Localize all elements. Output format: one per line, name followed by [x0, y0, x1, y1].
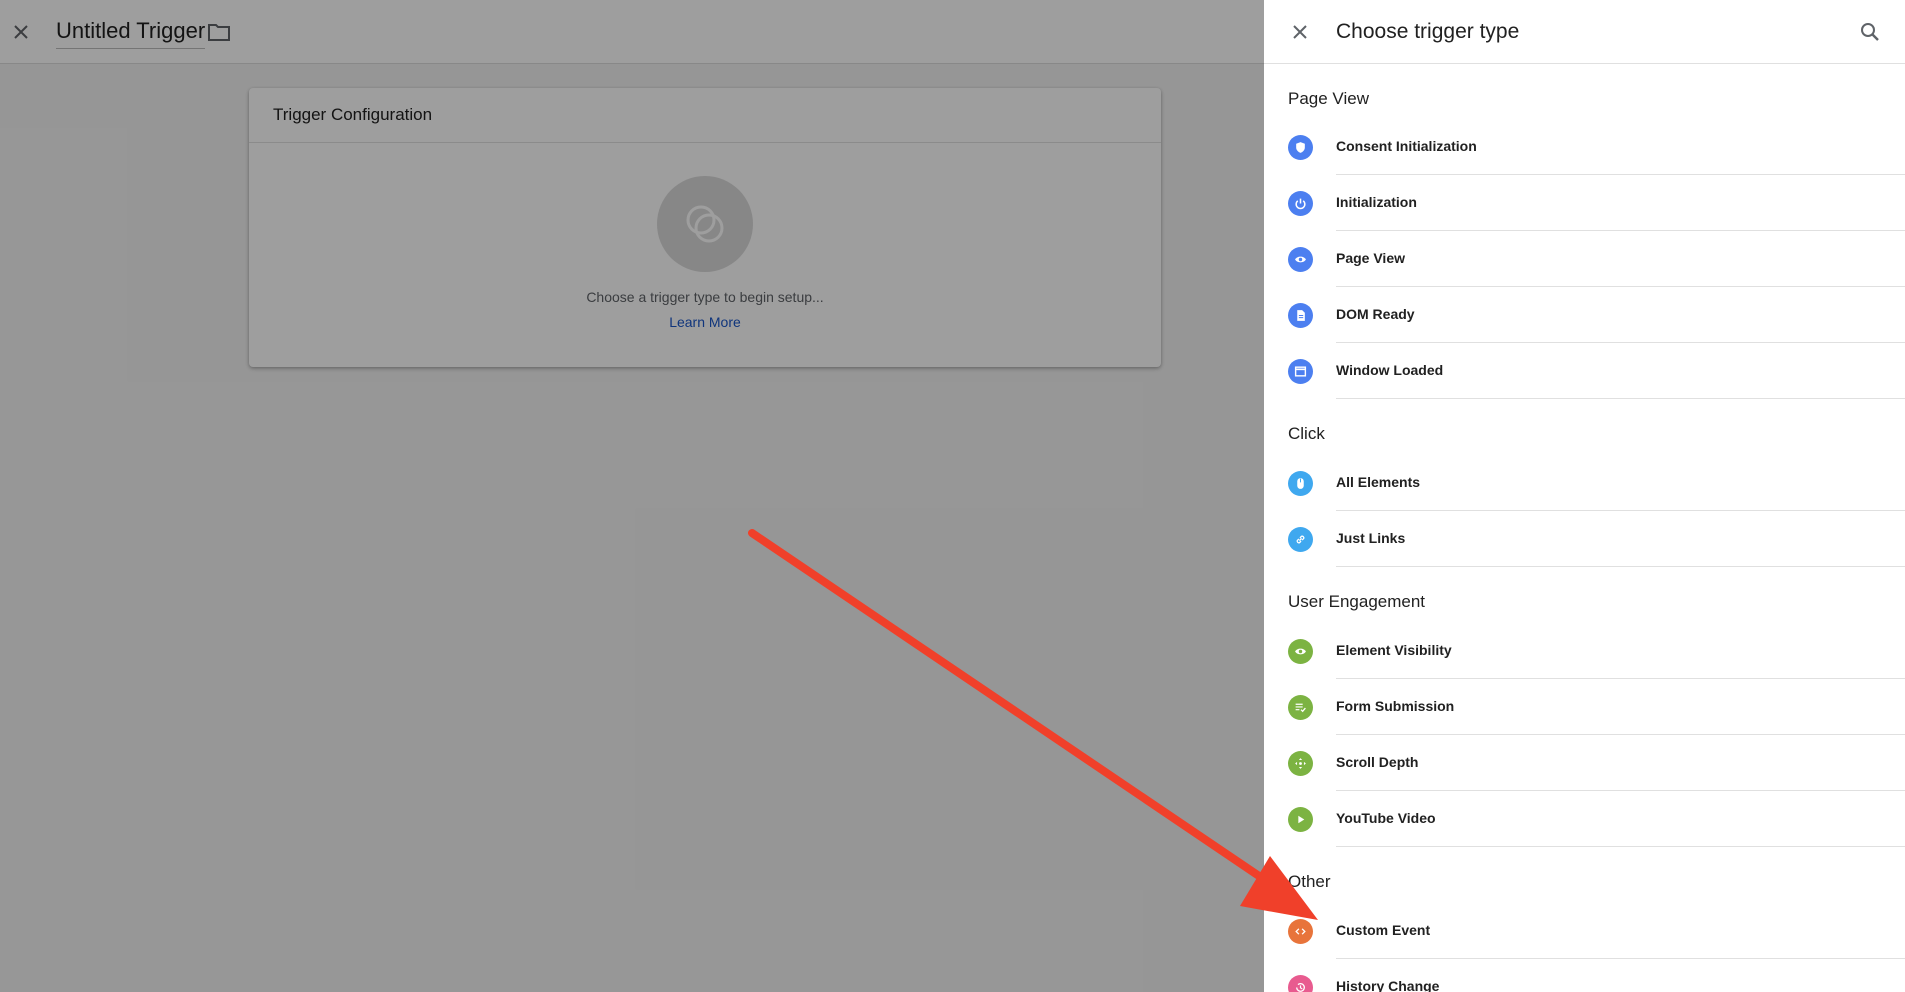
search-icon[interactable] — [1858, 20, 1882, 44]
section-click: Click — [1288, 424, 1325, 443]
trigger-type-all-elements[interactable]: All Elements — [1264, 455, 1905, 511]
divider — [1336, 398, 1905, 399]
play-icon — [1288, 807, 1313, 832]
trigger-type-consent-initialization[interactable]: Consent Initialization — [1264, 119, 1905, 175]
item-label: DOM Ready — [1336, 306, 1415, 322]
divider — [1336, 566, 1905, 567]
item-label: Form Submission — [1336, 698, 1455, 714]
trigger-type-element-visibility[interactable]: Element Visibility — [1264, 623, 1905, 679]
history-icon — [1288, 975, 1313, 992]
link-icon — [1288, 527, 1313, 552]
section-user-engagement: User Engagement — [1288, 592, 1426, 611]
item-label: Initialization — [1336, 194, 1417, 210]
trigger-type-initialization[interactable]: Initialization — [1264, 175, 1905, 231]
trigger-type-youtube-video[interactable]: YouTube Video — [1264, 791, 1905, 847]
trigger-type-scroll-depth[interactable]: Scroll Depth — [1264, 735, 1905, 791]
trigger-type-just-links[interactable]: Just Links — [1264, 511, 1905, 567]
section-page-view: Page View — [1288, 89, 1369, 108]
window-icon — [1288, 359, 1313, 384]
trigger-type-page-view[interactable]: Page View — [1264, 231, 1905, 287]
panel-title: Choose trigger type — [1336, 20, 1520, 43]
mouse-icon — [1288, 471, 1313, 496]
eye-icon — [1288, 247, 1313, 272]
item-label: Window Loaded — [1336, 362, 1444, 378]
item-label: Scroll Depth — [1336, 754, 1419, 770]
item-label: Just Links — [1336, 530, 1406, 546]
shield-icon — [1288, 135, 1313, 160]
section-other: Other — [1288, 872, 1331, 891]
item-label: All Elements — [1336, 474, 1421, 490]
close-icon[interactable] — [1288, 20, 1312, 44]
document-icon — [1288, 303, 1313, 328]
power-icon — [1288, 191, 1313, 216]
item-label: Element Visibility — [1336, 642, 1452, 658]
trigger-type-custom-event[interactable]: Custom Event — [1264, 903, 1905, 959]
item-label: Page View — [1336, 250, 1406, 266]
divider — [1336, 846, 1905, 847]
item-label: History Change — [1336, 978, 1440, 992]
item-label: YouTube Video — [1336, 810, 1436, 826]
trigger-type-dom-ready[interactable]: DOM Ready — [1264, 287, 1905, 343]
form-check-icon — [1288, 695, 1313, 720]
panel-header: Choose trigger type — [1264, 0, 1905, 64]
eye-icon — [1288, 639, 1313, 664]
code-icon — [1288, 919, 1313, 944]
trigger-type-history-change[interactable]: History Change — [1264, 959, 1905, 992]
trigger-type-form-submission[interactable]: Form Submission — [1264, 679, 1905, 735]
item-label: Custom Event — [1336, 922, 1431, 938]
choose-trigger-type-panel: Choose trigger type Page View Consent In… — [1264, 0, 1905, 992]
item-label: Consent Initialization — [1336, 138, 1477, 154]
move-icon — [1288, 751, 1313, 776]
trigger-type-window-loaded[interactable]: Window Loaded — [1264, 343, 1905, 399]
